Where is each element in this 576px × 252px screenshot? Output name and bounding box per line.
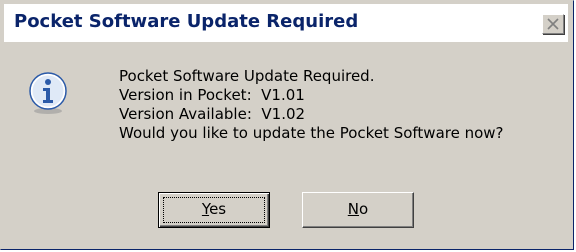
message-line: Pocket Software Update Required. <box>119 67 375 85</box>
yes-button-label: Yes <box>202 200 226 218</box>
yes-accelerator: Y <box>201 200 210 218</box>
info-icon <box>29 72 67 114</box>
dialog-window: Pocket Software Update Required Pocket S… <box>0 0 574 250</box>
close-icon <box>547 18 559 30</box>
message-line: Would you like to update the Pocket Soft… <box>119 124 504 142</box>
message-text: Pocket Software Update Required. Version… <box>119 67 504 143</box>
no-button-label: No <box>348 200 368 218</box>
yes-label-rest: es <box>209 200 227 218</box>
dialog-title: Pocket Software Update Required <box>14 11 359 32</box>
no-accelerator: N <box>347 200 360 218</box>
title-bar[interactable]: Pocket Software Update Required <box>4 4 568 43</box>
yes-button[interactable]: Yes <box>158 192 270 228</box>
no-button[interactable]: No <box>302 192 414 228</box>
no-label-rest: o <box>359 200 369 218</box>
message-line: Version Available: V1.02 <box>119 105 306 123</box>
dialog-body: Pocket Software Update Required. Version… <box>4 43 572 249</box>
message-line: Version in Pocket: V1.01 <box>119 86 305 104</box>
close-button[interactable] <box>542 14 564 34</box>
